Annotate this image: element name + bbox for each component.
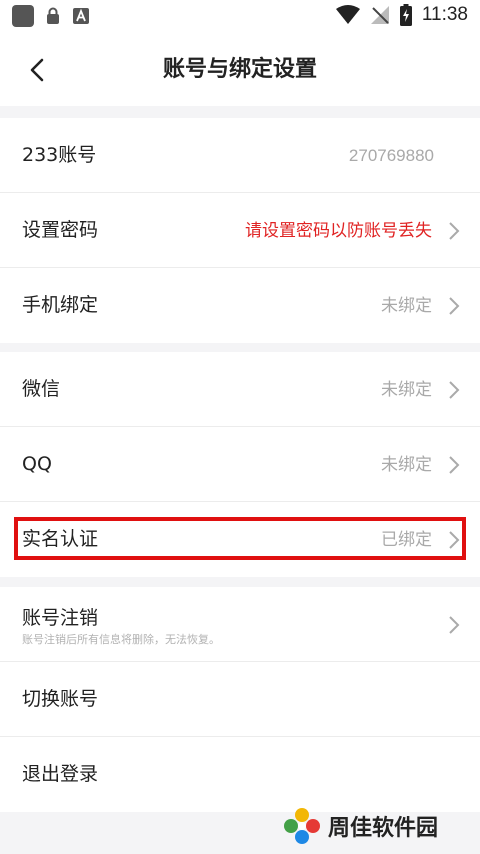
account-actions-group: 账号注销 账号注销后所有信息将删除，无法恢复。 切换账号 退出登录 xyxy=(0,587,480,812)
set-password-warning: 请设置密码以防账号丢失 xyxy=(245,221,432,240)
cancel-account-row[interactable]: 账号注销 账号注销后所有信息将删除，无法恢复。 xyxy=(0,587,480,662)
chevron-right-icon xyxy=(449,297,460,315)
wifi-icon xyxy=(335,5,360,24)
watermark: 周佳软件园 xyxy=(282,806,438,846)
account-id-row: 233账号 270769880 xyxy=(0,118,480,193)
lock-icon xyxy=(44,7,62,25)
switch-account-row[interactable]: 切换账号 xyxy=(0,662,480,737)
cancel-account-note: 账号注销后所有信息将删除，无法恢复。 xyxy=(22,633,220,646)
logout-label: 退出登录 xyxy=(22,763,99,785)
qq-status: 未绑定 xyxy=(381,455,432,474)
no-signal-icon xyxy=(370,6,389,24)
chevron-right-icon xyxy=(449,381,460,399)
real-name-row[interactable]: 实名认证 已绑定 xyxy=(0,502,480,577)
watermark-text: 周佳软件园 xyxy=(328,816,439,841)
phone-binding-status: 未绑定 xyxy=(381,296,432,315)
set-password-row[interactable]: 设置密码 请设置密码以防账号丢失 xyxy=(0,193,480,268)
wechat-status: 未绑定 xyxy=(381,380,432,399)
set-password-label: 设置密码 xyxy=(22,219,99,241)
logout-row[interactable]: 退出登录 xyxy=(0,737,480,812)
real-name-status: 已绑定 xyxy=(381,530,432,549)
chevron-right-icon xyxy=(449,456,460,474)
cancel-account-label: 账号注销 xyxy=(22,607,99,629)
wechat-row[interactable]: 微信 未绑定 xyxy=(0,352,480,427)
phone-binding-row[interactable]: 手机绑定 未绑定 xyxy=(0,268,480,343)
account-id-label: 233账号 xyxy=(22,144,97,166)
status-right: 11:38 xyxy=(335,4,468,26)
pinwheel-logo-icon xyxy=(284,808,320,844)
account-group: 233账号 270769880 设置密码 请设置密码以防账号丢失 手机绑定 未绑… xyxy=(0,118,480,343)
battery-icon xyxy=(399,4,412,26)
chevron-right-icon xyxy=(449,616,460,634)
phone-binding-label: 手机绑定 xyxy=(22,294,99,316)
status-left xyxy=(12,5,90,27)
clock: 11:38 xyxy=(421,4,468,25)
chevron-right-icon xyxy=(449,222,460,240)
notification-square-icon xyxy=(12,5,34,27)
switch-account-label: 切换账号 xyxy=(22,688,99,710)
account-id-value: 270769880 xyxy=(348,146,434,165)
status-bar: 11:38 xyxy=(0,0,480,34)
page-title: 账号与绑定设置 xyxy=(162,57,317,82)
binding-group: 微信 未绑定 QQ 未绑定 实名认证 已绑定 xyxy=(0,352,480,577)
qq-label: QQ xyxy=(22,453,52,475)
wechat-label: 微信 xyxy=(22,378,61,400)
nav-header: 账号与绑定设置 xyxy=(0,34,480,106)
chevron-right-icon xyxy=(449,531,460,549)
qq-row[interactable]: QQ 未绑定 xyxy=(0,427,480,502)
real-name-label: 实名认证 xyxy=(22,528,99,550)
font-a-icon xyxy=(72,7,90,25)
